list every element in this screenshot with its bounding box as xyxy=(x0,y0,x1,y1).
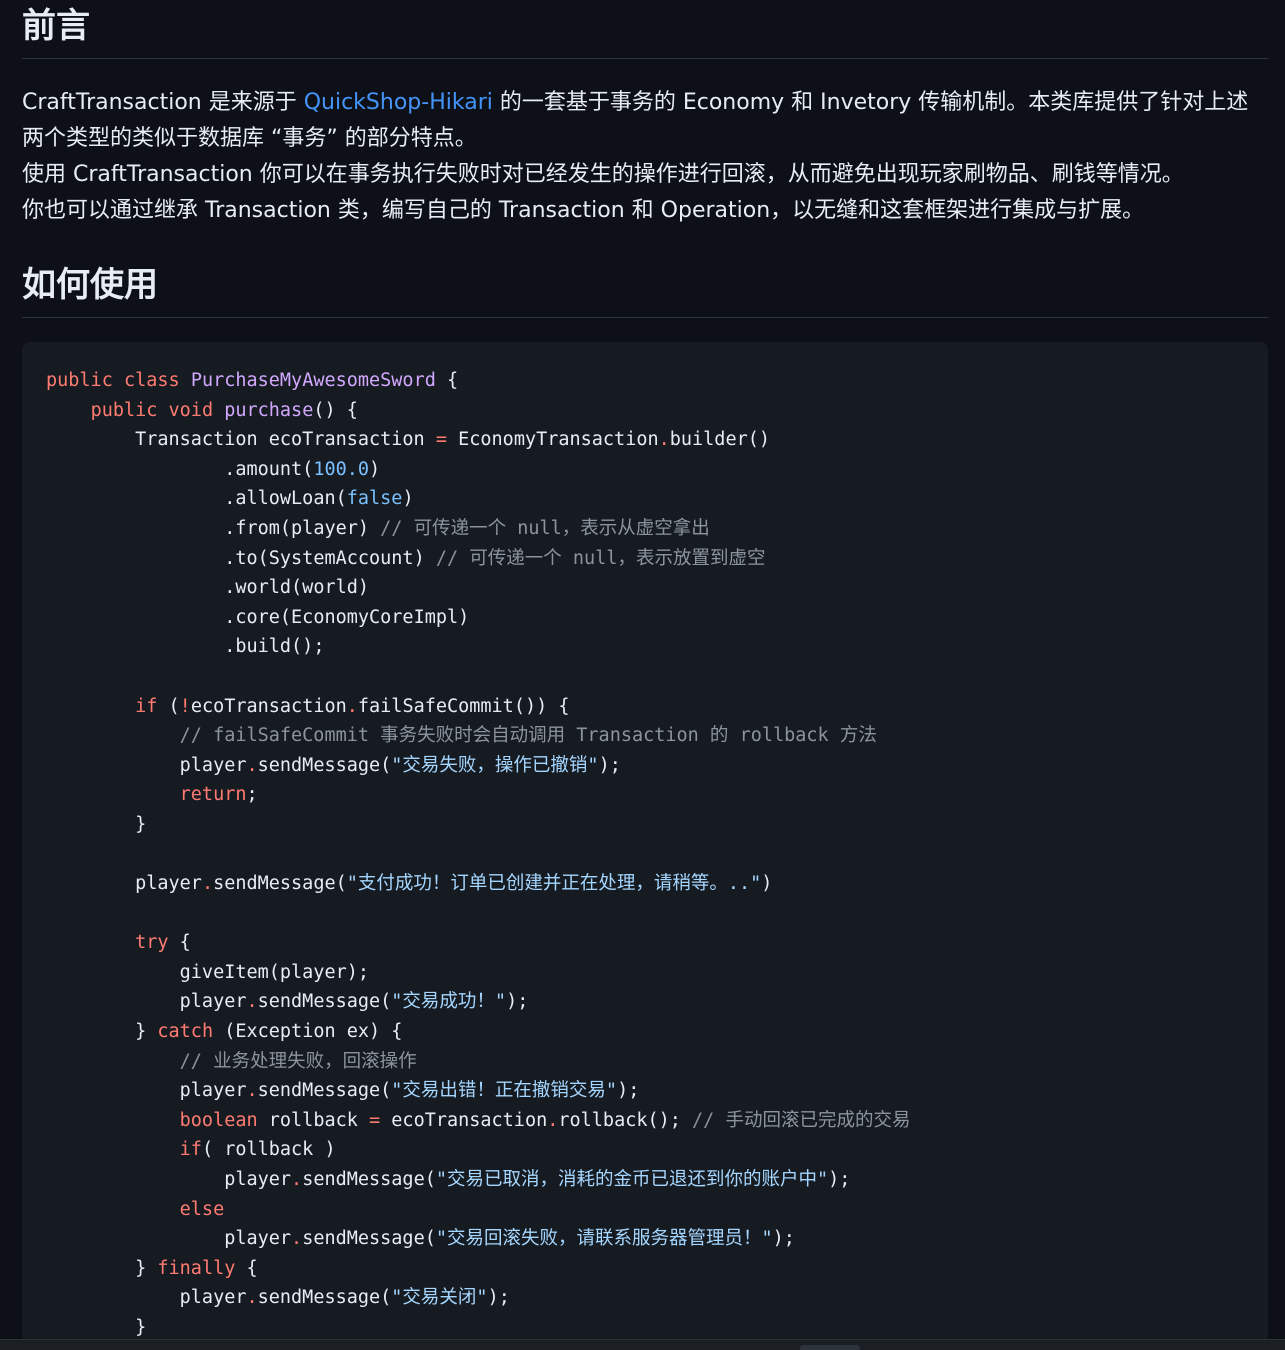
intro-paragraph-3: 你也可以通过继承 Transaction 类，编写自己的 Transaction… xyxy=(22,198,1145,223)
readme-content: 前言 CraftTransaction 是来源于 QuickShop-Hikar… xyxy=(22,0,1268,1342)
code-content: public class PurchaseMyAwesomeSword { pu… xyxy=(46,370,911,1338)
usage-heading: 如何使用 xyxy=(22,263,1268,318)
intro-paragraph-2: 使用 CraftTransaction 你可以在事务执行失败时对已经发生的操作进… xyxy=(22,162,1184,187)
code-block[interactable]: public class PurchaseMyAwesomeSword { pu… xyxy=(22,342,1268,1342)
intro-text: CraftTransaction 是来源于 xyxy=(22,90,304,115)
intro-paragraph-1: CraftTransaction 是来源于 QuickShop-Hikari 的… xyxy=(22,85,1268,157)
quickshop-hikari-link[interactable]: QuickShop-Hikari xyxy=(304,90,493,115)
scrollbar-handle[interactable] xyxy=(800,1345,860,1350)
preface-heading: 前言 xyxy=(22,0,1268,59)
bottom-scroll-strip xyxy=(0,1339,1285,1350)
preface-body: CraftTransaction 是来源于 QuickShop-Hikari 的… xyxy=(22,85,1268,229)
